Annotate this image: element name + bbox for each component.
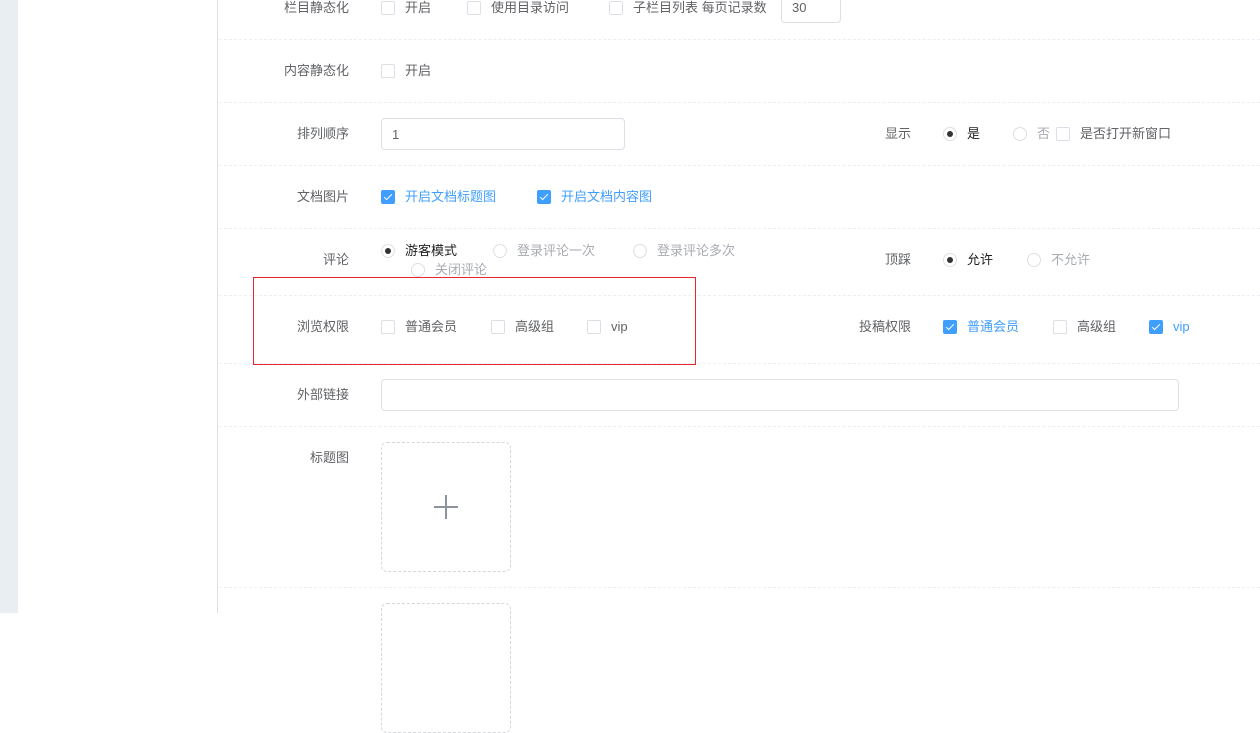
- radio-label: 不允许: [1051, 252, 1091, 267]
- checkbox-label: 普通会员: [967, 319, 1020, 334]
- radio-label: 登录评论一次: [517, 243, 596, 258]
- column-static-label: 栏目静态化: [283, 0, 349, 15]
- divider: [219, 587, 1260, 588]
- divider: [219, 39, 1260, 40]
- radio-label: 否: [1037, 126, 1051, 141]
- submit-senior-checkbox[interactable]: 高级组: [1053, 319, 1116, 335]
- checkbox-label: 高级组: [515, 319, 555, 334]
- display-label: 显示: [884, 126, 911, 141]
- checkbox-label: 开启: [405, 0, 432, 15]
- divider: [219, 228, 1260, 229]
- plus-icon: [434, 495, 458, 519]
- content-static-label: 内容静态化: [283, 63, 349, 78]
- new-window-checkbox[interactable]: 是否打开新窗口: [1056, 126, 1171, 142]
- radio-label: 是: [967, 126, 981, 141]
- checkbox-label: 开启文档内容图: [561, 189, 653, 204]
- comment-guest-radio[interactable]: 游客模式: [381, 243, 457, 259]
- browse-normal-checkbox[interactable]: 普通会员: [381, 319, 457, 335]
- divider: [219, 426, 1260, 427]
- title-image-label: 标题图: [309, 450, 349, 465]
- sort-label: 排列顺序: [296, 126, 349, 141]
- checkbox-label: vip: [1173, 319, 1190, 334]
- image-upload[interactable]: [381, 603, 511, 733]
- dir-access-checkbox[interactable]: 使用目录访问: [467, 0, 569, 16]
- comment-multi-radio[interactable]: 登录评论多次: [633, 243, 735, 259]
- checkbox-label: 高级组: [1077, 319, 1117, 334]
- doc-images-label: 文档图片: [296, 189, 349, 204]
- browse-perm-label: 浏览权限: [296, 319, 349, 334]
- checkbox-label: vip: [611, 319, 628, 334]
- radio-label: 游客模式: [405, 243, 458, 258]
- checkbox-label: 普通会员: [405, 319, 458, 334]
- per-page-input[interactable]: 30: [781, 0, 841, 23]
- checkbox-label: 是否打开新窗口: [1080, 126, 1172, 141]
- browse-senior-checkbox[interactable]: 高级组: [491, 319, 554, 335]
- external-link-input[interactable]: [381, 379, 1179, 411]
- checkbox-label: 使用目录访问: [491, 0, 570, 15]
- vote-label: 顶踩: [884, 252, 911, 267]
- submit-vip-checkbox[interactable]: vip: [1149, 319, 1190, 335]
- browse-vip-checkbox[interactable]: vip: [587, 319, 628, 335]
- display-yes-radio[interactable]: 是: [943, 126, 980, 142]
- divider: [219, 102, 1260, 103]
- radio-label: 关闭评论: [435, 262, 488, 277]
- sort-input[interactable]: 1: [381, 118, 625, 150]
- vote-deny-radio[interactable]: 不允许: [1027, 252, 1090, 268]
- checkbox-label: 开启文档标题图: [405, 189, 497, 204]
- vote-allow-radio[interactable]: 允许: [943, 252, 993, 268]
- page-gutter: [0, 0, 18, 613]
- display-no-radio[interactable]: 否: [1013, 126, 1050, 142]
- checkbox-label: 开启: [405, 63, 432, 78]
- title-image-upload[interactable]: [381, 442, 511, 572]
- submit-perm-label: 投稿权限: [858, 319, 911, 334]
- comment-once-radio[interactable]: 登录评论一次: [493, 243, 595, 259]
- comment-closed-radio[interactable]: 关闭评论: [411, 262, 487, 278]
- external-link-label: 外部链接: [296, 387, 349, 402]
- sidebar: [18, 0, 218, 613]
- submit-normal-checkbox[interactable]: 普通会员: [943, 319, 1019, 335]
- radio-label: 允许: [967, 252, 994, 267]
- radio-label: 登录评论多次: [657, 243, 736, 258]
- comment-label: 评论: [322, 252, 349, 267]
- column-static-enable-checkbox[interactable]: 开启: [381, 0, 431, 16]
- sub-list-checkbox[interactable]: 子栏目列表 每页记录数: [609, 0, 767, 16]
- content-img-checkbox[interactable]: 开启文档内容图: [537, 189, 652, 205]
- checkbox-label: 子栏目列表 每页记录数: [633, 0, 767, 15]
- divider: [219, 165, 1260, 166]
- content-static-enable-checkbox[interactable]: 开启: [381, 63, 431, 79]
- title-img-checkbox[interactable]: 开启文档标题图: [381, 189, 496, 205]
